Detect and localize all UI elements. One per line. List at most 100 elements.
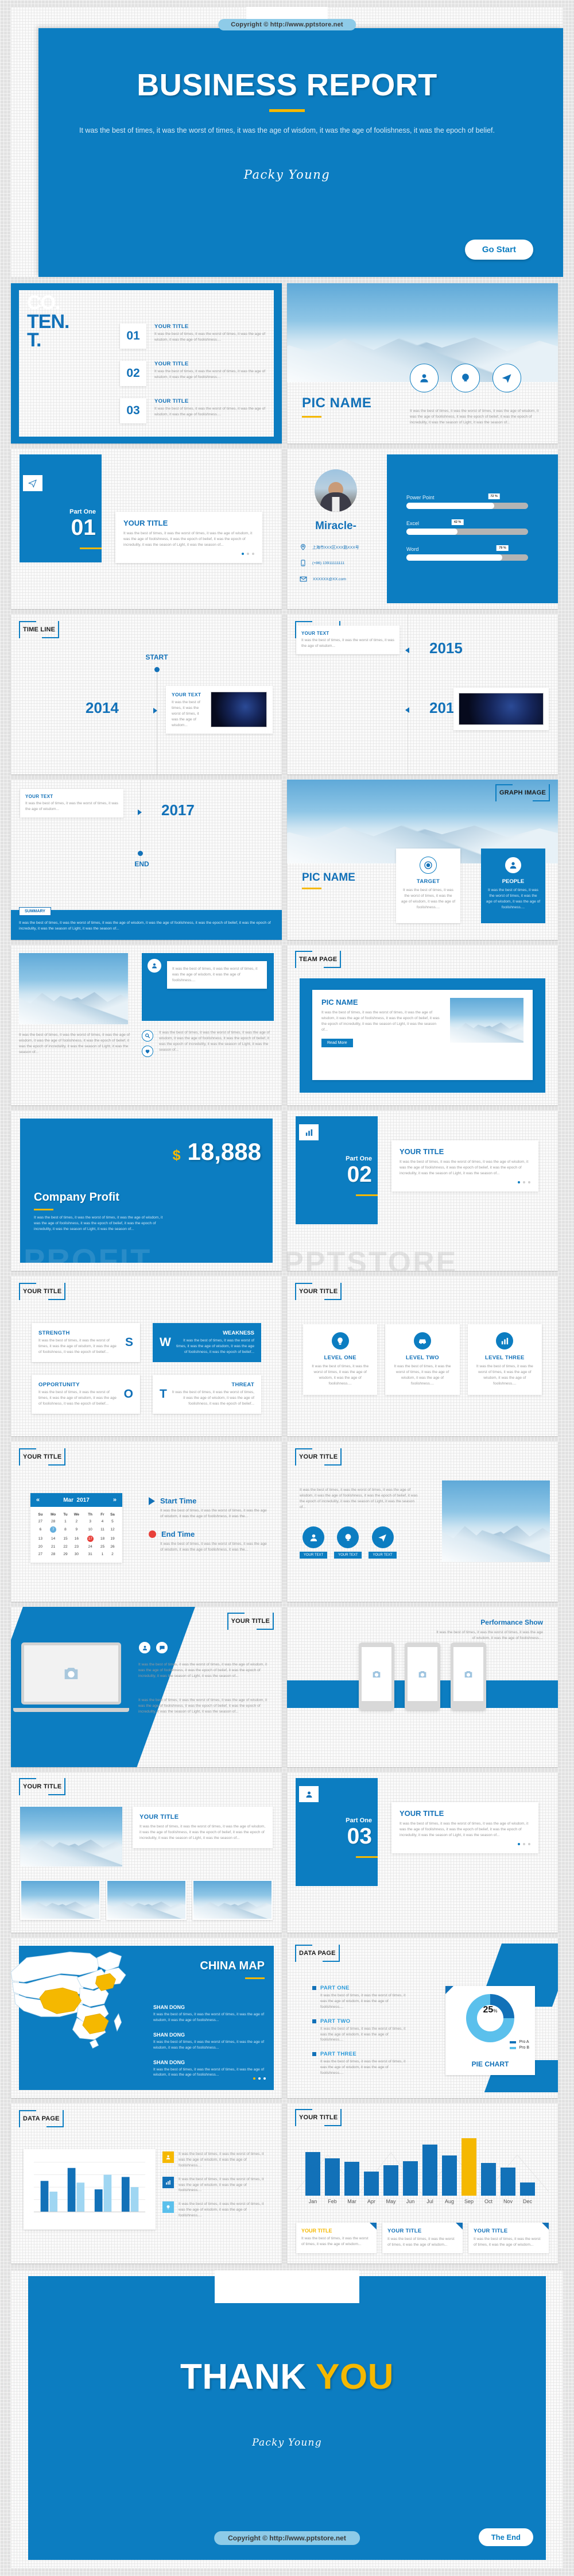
calendar-day[interactable]: 22	[61, 1544, 71, 1551]
bar-note-title: YOUR TITLE	[301, 2228, 332, 2234]
calendar-widget[interactable]: « Mar 2017 » Su Mo Tu We Th Fr Sa 27 28 …	[30, 1493, 122, 1563]
contents-item[interactable]: 01 YOUR TITLE It was the best of times, …	[120, 323, 267, 349]
gallery-thumb[interactable]	[192, 1880, 273, 1920]
calendar-day[interactable]: 31	[83, 1551, 98, 1557]
send-icon[interactable]	[492, 364, 521, 392]
graph-card-people[interactable]: PEOPLE It was the best of times, it was …	[481, 849, 545, 923]
search-icon[interactable]	[142, 1030, 153, 1042]
calendar-day[interactable]: 3	[83, 1518, 98, 1525]
calendar-day[interactable]: 27	[35, 1551, 46, 1557]
data-item[interactable]: PART TWO It was the best of times, it wa…	[312, 2018, 409, 2043]
gallery-thumb[interactable]	[106, 1880, 187, 1920]
swot-quadrant-weakness[interactable]: W WEAKNESS It was the best of times, it …	[153, 1323, 261, 1362]
icon-trio-item[interactable]: YOUR TEXT	[334, 1526, 362, 1559]
swot-quadrant-strength[interactable]: STRENGTH It was the best of times, it wa…	[32, 1323, 140, 1362]
data-legend-item[interactable]: It was the best of times, it was the wor…	[162, 2176, 270, 2194]
calendar-day[interactable]: 10	[83, 1525, 98, 1534]
calendar-day[interactable]: 2	[70, 1518, 83, 1525]
title-underline	[269, 109, 305, 112]
data-legend-body: It was the best of times, it was the wor…	[179, 2152, 264, 2168]
bullet-icon	[312, 2019, 316, 2023]
calendar-day[interactable]: 1	[61, 1518, 71, 1525]
calendar-day[interactable]: 30	[70, 1551, 83, 1557]
calendar-day[interactable]: 11	[98, 1525, 107, 1534]
calendar-day[interactable]: 26	[107, 1544, 118, 1551]
map-region[interactable]: SHAN DONG It was the best of times, it w…	[153, 2032, 268, 2051]
part-number: 02	[347, 1162, 372, 1187]
level-card[interactable]: LEVEL THREE It was the best of times, it…	[467, 1324, 542, 1395]
swot-quadrant-threat[interactable]: T THREAT It was the best of times, it wa…	[153, 1375, 261, 1414]
timeline-card-title: YOUR TEXT	[301, 631, 329, 636]
calendar-day[interactable]: 23	[70, 1544, 83, 1551]
event-body: It was the best of times, it was the wor…	[160, 1509, 267, 1518]
calendar-day[interactable]: 20	[35, 1544, 46, 1551]
icon-trio-item[interactable]: YOUR TEXT	[369, 1526, 397, 1559]
calendar-day[interactable]: 28	[46, 1518, 61, 1525]
swot-quadrant-opportunity[interactable]: OPPORTUNITY It was the best of times, it…	[32, 1375, 140, 1414]
go-start-button[interactable]: Go Start	[464, 240, 533, 260]
contents-item[interactable]: 02 YOUR TITLE It was the best of times, …	[120, 361, 267, 386]
calendar-day[interactable]: 24	[83, 1544, 98, 1551]
calendar-day[interactable]: 16	[70, 1534, 83, 1544]
comment-icon[interactable]	[156, 1641, 168, 1654]
phone-icon	[301, 560, 305, 566]
calendar-day[interactable]: 8	[61, 1525, 71, 1534]
calendar-day[interactable]: 4	[98, 1518, 107, 1525]
next-month-button[interactable]: »	[113, 1497, 117, 1503]
svg-text:Oct: Oct	[484, 2199, 493, 2204]
pic-name-title: PIC NAME	[302, 871, 355, 884]
carousel-dots[interactable]	[400, 1842, 530, 1845]
calendar-badge: YOUR TITLE	[19, 1448, 66, 1466]
timeline-year: 2014	[86, 699, 119, 716]
calendar-day[interactable]: 9	[70, 1525, 83, 1534]
calendar-day[interactable]: 5	[107, 1518, 118, 1525]
data-item[interactable]: PART THREE It was the best of times, it …	[312, 2051, 409, 2076]
icon-trio-item[interactable]: YOUR TEXT	[300, 1526, 328, 1559]
the-end-button[interactable]: The End	[478, 2528, 533, 2546]
calendar-day[interactable]: 12	[107, 1525, 118, 1534]
carousel-dots[interactable]	[253, 2077, 266, 2080]
calendar-day[interactable]: 15	[61, 1534, 71, 1544]
calendar-day[interactable]: 2	[107, 1551, 118, 1557]
thanks-title-white: THANK	[180, 2357, 316, 2397]
event-title: Start Time	[160, 1497, 197, 1505]
timeline-card: YOUR TEXT It was the best of times, it w…	[166, 686, 273, 734]
read-more-button[interactable]: Read More	[321, 1038, 353, 1047]
calendar-grid[interactable]: Su Mo Tu We Th Fr Sa 27 28 1 2 3 4 5 6 7…	[35, 1511, 118, 1557]
calendar-day[interactable]: 29	[61, 1551, 71, 1557]
calendar-day[interactable]: 1	[98, 1551, 107, 1557]
calendar-day[interactable]: 18	[98, 1534, 107, 1544]
contents-word-2: TEN.	[27, 310, 69, 333]
calendar-day[interactable]: 6	[35, 1525, 46, 1534]
user-icon[interactable]	[410, 364, 439, 392]
data-item[interactable]: PART ONE It was the best of times, it wa…	[312, 1985, 409, 2010]
bar-note-card[interactable]: YOUR TITLE It was the best of times, it …	[296, 2223, 377, 2253]
gallery-thumb[interactable]	[20, 1880, 100, 1920]
level-card[interactable]: LEVEL ONE It was the best of times, it w…	[303, 1324, 378, 1395]
camera-icon	[464, 1671, 472, 1678]
calendar-day[interactable]: 21	[46, 1544, 61, 1551]
graph-card-target[interactable]: TARGET It was the best of times, it was …	[396, 849, 460, 923]
weekday: Fr	[100, 1512, 104, 1517]
triangle-icon	[149, 1497, 155, 1505]
prev-month-button[interactable]: «	[36, 1497, 40, 1503]
map-region[interactable]: SHAN DONG It was the best of times, it w…	[153, 2060, 268, 2078]
carousel-dots[interactable]	[123, 552, 254, 555]
level-card[interactable]: LEVEL TWO It was the best of times, it w…	[385, 1324, 460, 1395]
user-icon[interactable]	[138, 1641, 151, 1654]
calendar-day[interactable]: 14	[46, 1534, 61, 1544]
map-region[interactable]: SHAN DONG It was the best of times, it w…	[153, 2004, 268, 2023]
calendar-day[interactable]: 28	[46, 1551, 61, 1557]
calendar-day[interactable]: 19	[107, 1534, 118, 1544]
heart-icon[interactable]	[142, 1046, 153, 1057]
calendar-day[interactable]: 25	[98, 1544, 107, 1551]
bar-note-card[interactable]: YOUR TITLE It was the best of times, it …	[382, 2223, 463, 2253]
calendar-day[interactable]: 13	[35, 1534, 46, 1544]
bar-note-card[interactable]: YOUR TITLE It was the best of times, it …	[468, 2223, 549, 2253]
carousel-dots[interactable]	[400, 1181, 530, 1183]
data-legend-item[interactable]: It was the best of times, it was the wor…	[162, 2201, 270, 2219]
globe-icon[interactable]	[451, 364, 480, 392]
contents-item[interactable]: 03 YOUR TITLE It was the best of times, …	[120, 398, 267, 423]
data-legend-item[interactable]: It was the best of times, it was the wor…	[162, 2151, 270, 2169]
calendar-day[interactable]: 27	[35, 1518, 46, 1525]
